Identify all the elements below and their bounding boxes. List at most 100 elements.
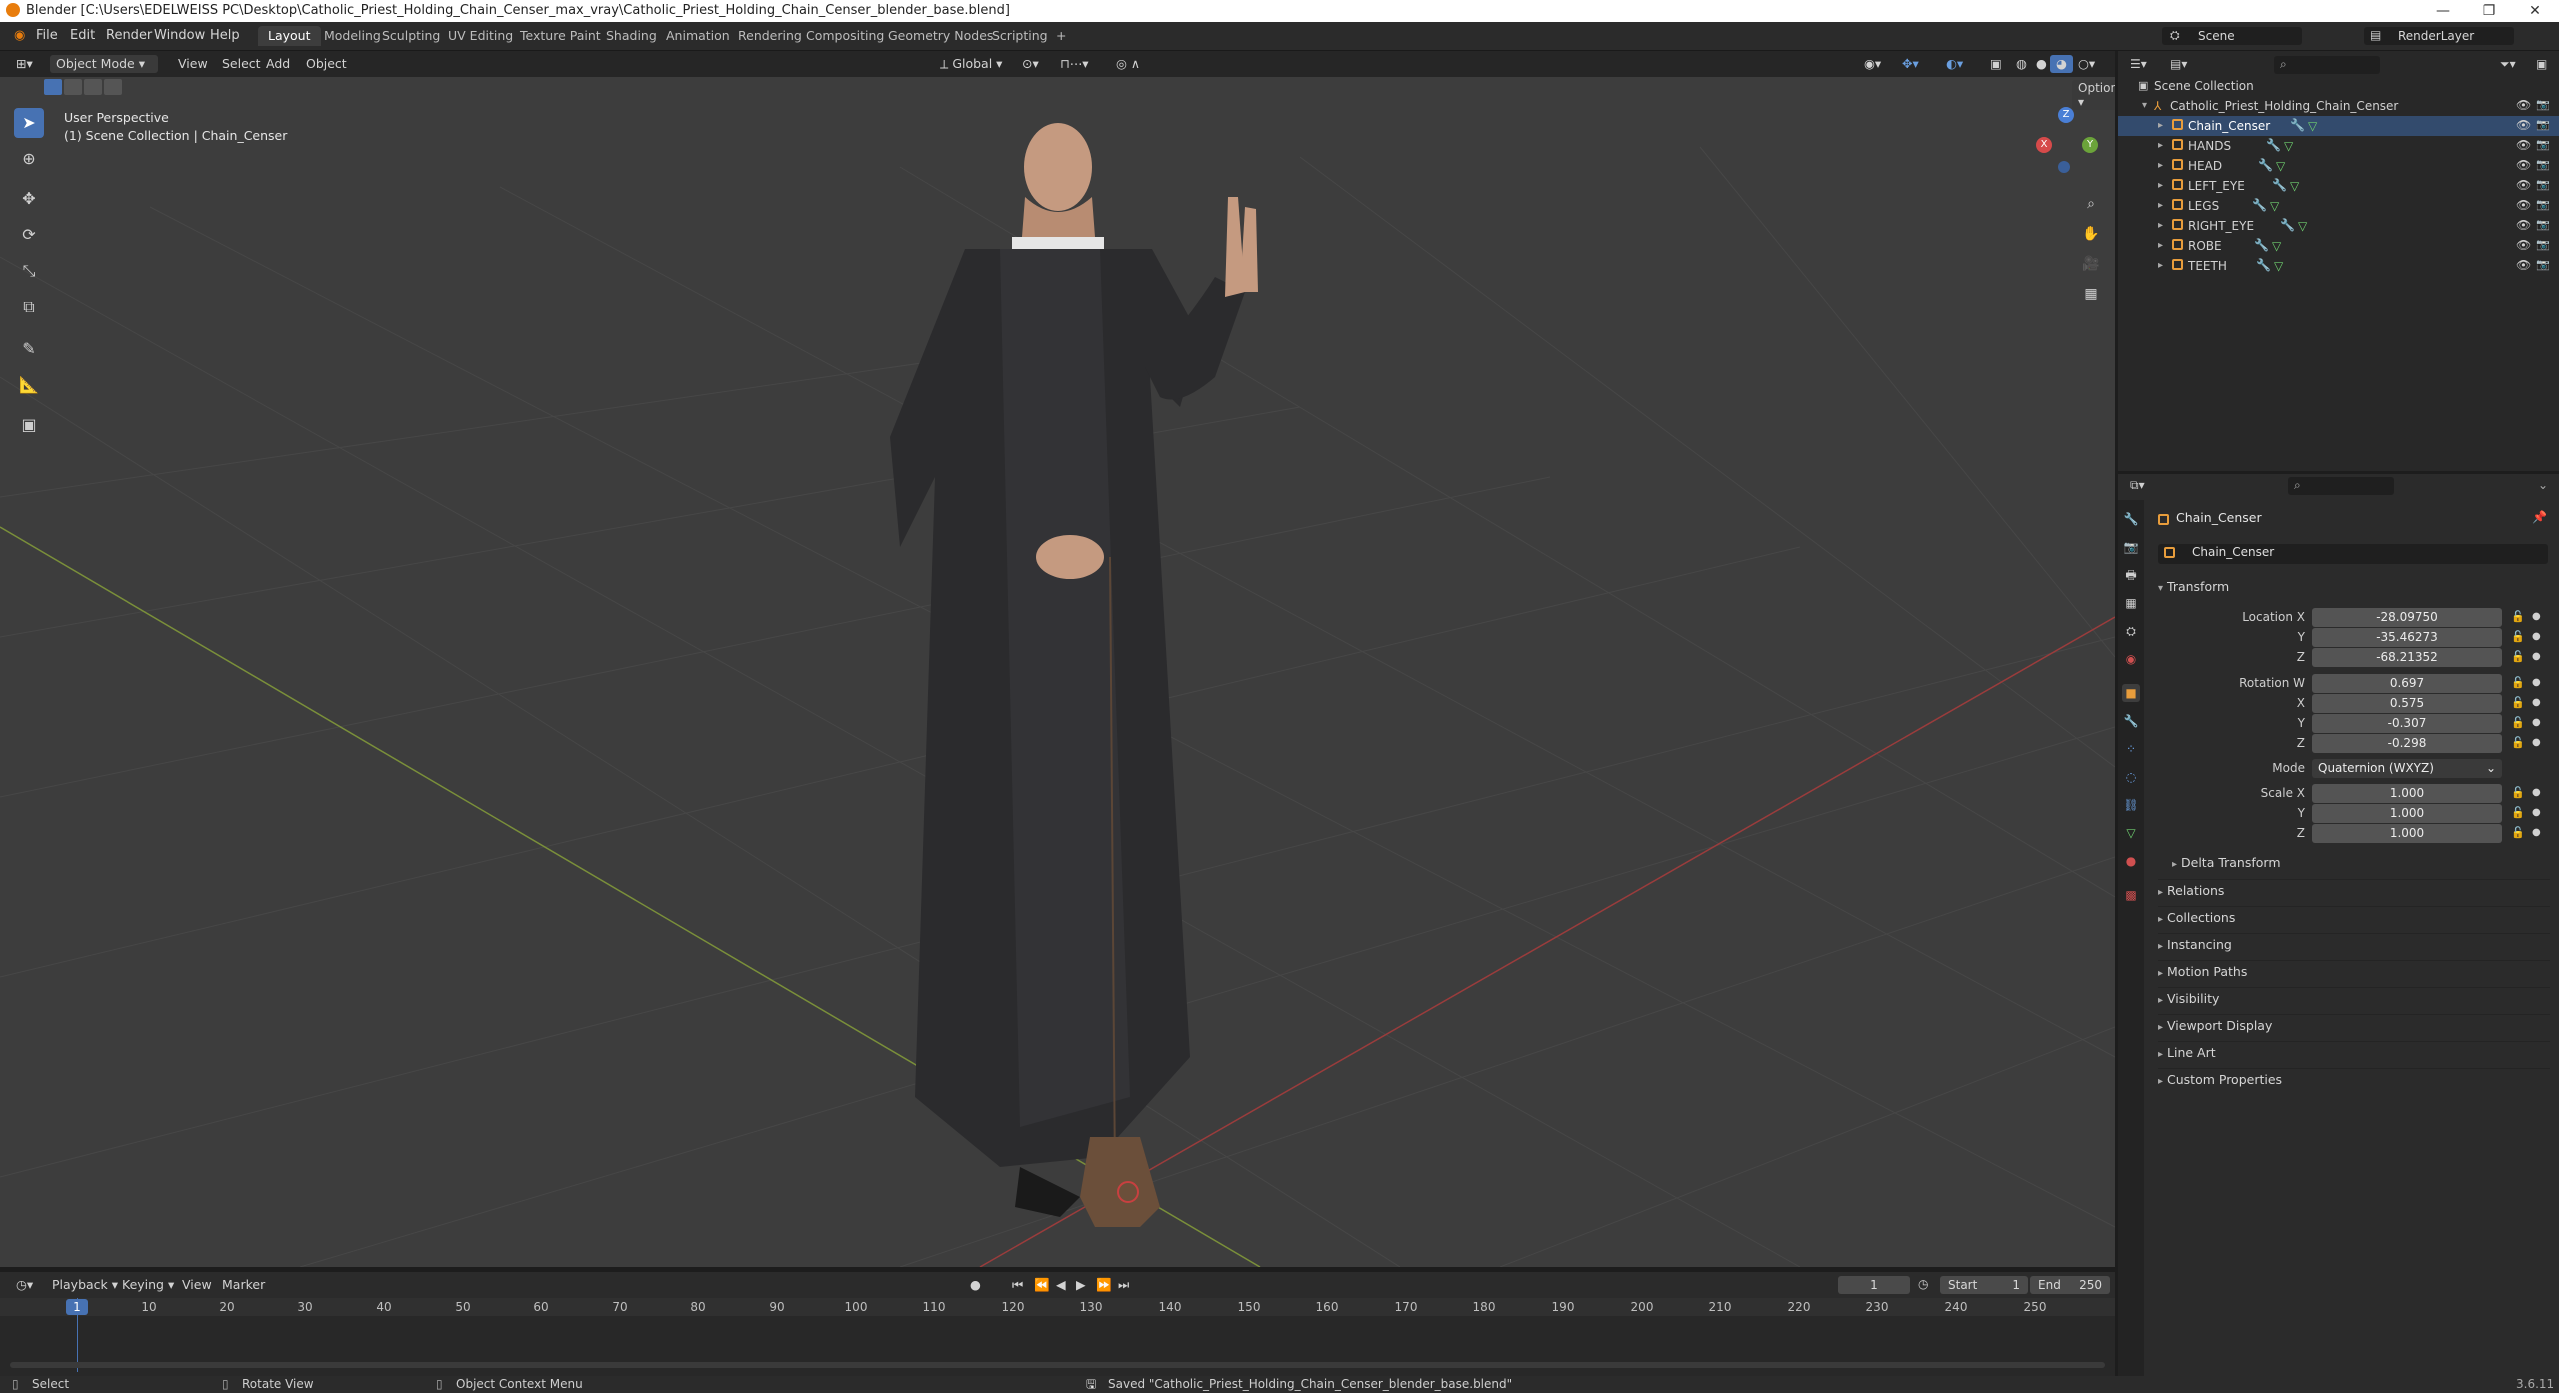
- collapse-chevron-icon[interactable]: ⌄: [2538, 478, 2548, 492]
- outliner-search-input[interactable]: [2274, 56, 2380, 74]
- mesh-data-icon[interactable]: ▽: [2298, 219, 2307, 233]
- keyframe-dot-icon[interactable]: ●: [2532, 647, 2541, 667]
- mesh-data-icon[interactable]: ▽: [2284, 139, 2293, 153]
- measure-tool-icon[interactable]: 📐: [14, 370, 44, 400]
- render-camera-icon[interactable]: 📷: [2536, 98, 2550, 112]
- collections-panel-header[interactable]: ▸ Collections: [2158, 906, 2550, 929]
- end-frame-field[interactable]: End 250: [2030, 1276, 2110, 1294]
- mesh-data-icon[interactable]: ▽: [2290, 179, 2299, 193]
- scene-tab-icon[interactable]: ⛭: [2122, 622, 2140, 640]
- navigation-gizmo[interactable]: Z Y X: [2030, 107, 2100, 177]
- outliner-row-object[interactable]: ▸ HANDS 🔧 ▽ 👁 📷: [2118, 136, 2559, 156]
- lock-icon[interactable]: 🔓: [2511, 647, 2525, 667]
- viewport-display-panel-header[interactable]: ▸ Viewport Display: [2158, 1014, 2550, 1037]
- ortho-grid-icon[interactable]: ▦: [2078, 281, 2104, 307]
- pin-icon[interactable]: 📌: [2532, 510, 2547, 524]
- render-camera-icon[interactable]: 📷: [2536, 238, 2550, 252]
- select-new-icon[interactable]: [44, 79, 62, 95]
- menu-view[interactable]: View: [172, 55, 214, 73]
- lock-icon[interactable]: 🔓: [2511, 803, 2525, 823]
- render-camera-icon[interactable]: 📷: [2536, 218, 2550, 232]
- minimize-button[interactable]: —: [2420, 0, 2466, 22]
- outliner-row-object[interactable]: ▸ ROBE 🔧 ▽ 👁 📷: [2118, 236, 2559, 256]
- pan-hand-icon[interactable]: ✋: [2078, 221, 2104, 247]
- data-tab-icon[interactable]: ▽: [2122, 824, 2140, 842]
- render-camera-icon[interactable]: 📷: [2536, 158, 2550, 172]
- keyframe-dot-icon[interactable]: ●: [2532, 673, 2541, 693]
- scale-tool-icon[interactable]: ⤡: [14, 256, 44, 286]
- menu-file[interactable]: File: [28, 27, 66, 45]
- rotation-mode-dropdown[interactable]: Quaternion (WXYZ) ⌄: [2312, 759, 2502, 778]
- menu-object[interactable]: Object: [300, 55, 353, 73]
- rotation-x-field[interactable]: 0.575: [2312, 694, 2502, 713]
- line-art-panel-header[interactable]: ▸ Line Art: [2158, 1041, 2550, 1064]
- snap-icon[interactable]: ⊓⋯▾: [1054, 55, 1095, 73]
- editor-type-icon[interactable]: ⊞▾: [10, 55, 39, 73]
- render-camera-icon[interactable]: 📷: [2536, 178, 2550, 192]
- zoom-icon[interactable]: ⌕: [2078, 191, 2104, 217]
- output-tab-icon[interactable]: 🖶: [2122, 566, 2140, 584]
- keyframe-dot-icon[interactable]: ●: [2532, 607, 2541, 627]
- keyframe-dot-icon[interactable]: ●: [2532, 693, 2541, 713]
- visibility-eye-icon[interactable]: 👁: [2516, 138, 2531, 152]
- expand-chevron-icon[interactable]: ▸: [2158, 236, 2163, 256]
- scale-x-field[interactable]: 1.000: [2312, 784, 2502, 803]
- timeline-scrollbar[interactable]: [10, 1362, 2105, 1368]
- mesh-data-icon[interactable]: ▽: [2274, 259, 2283, 273]
- mesh-data-icon[interactable]: ▽: [2272, 239, 2281, 253]
- expand-chevron-icon[interactable]: ▸: [2158, 196, 2163, 216]
- mesh-data-icon[interactable]: ▽: [2308, 119, 2317, 133]
- texture-tab-icon[interactable]: ▩: [2122, 886, 2140, 904]
- gizmo-icon[interactable]: ✥▾: [1896, 55, 1925, 73]
- properties-editor-icon[interactable]: ⧉▾: [2130, 478, 2145, 493]
- expand-chevron-icon[interactable]: ▸: [2158, 116, 2163, 136]
- expand-chevron-icon[interactable]: ▾: [2142, 96, 2147, 116]
- tab-layout[interactable]: Layout: [258, 26, 321, 46]
- preview-range-clock-icon[interactable]: ◷: [1918, 1277, 1928, 1291]
- menu-edit[interactable]: Edit: [62, 27, 103, 45]
- properties-search-input[interactable]: [2288, 477, 2394, 495]
- move-tool-icon[interactable]: ✥: [14, 184, 44, 214]
- location-x-field[interactable]: -28.09750: [2312, 608, 2502, 627]
- select-subtract-icon[interactable]: [84, 79, 102, 95]
- modifier-wrench-icon[interactable]: 🔧: [2272, 178, 2287, 192]
- menu-marker[interactable]: Marker: [216, 1276, 271, 1294]
- annotate-tool-icon[interactable]: ✎: [14, 334, 44, 364]
- outliner-display-mode-icon[interactable]: ▤▾: [2170, 57, 2187, 71]
- modifier-wrench-icon[interactable]: 🔧: [2256, 258, 2271, 272]
- render-camera-icon[interactable]: 📷: [2536, 138, 2550, 152]
- outliner-row-object[interactable]: ▸ LEGS 🔧 ▽ 👁 📷: [2118, 196, 2559, 216]
- motion-paths-panel-header[interactable]: ▸ Motion Paths: [2158, 960, 2550, 983]
- orientation-dropdown[interactable]: ⟂ Global ▾: [934, 55, 1008, 73]
- menu-keying[interactable]: Keying ▾: [116, 1276, 180, 1294]
- visibility-eye-icon[interactable]: 👁: [2516, 158, 2531, 172]
- 3d-viewport[interactable]: User Perspective (1) Scene Collection | …: [0, 77, 2115, 1267]
- timeline-editor-icon[interactable]: ◷▾: [10, 1276, 39, 1294]
- jump-end-icon[interactable]: ⏭: [1112, 1276, 1135, 1294]
- rendered-shading-icon[interactable]: ○▾: [2072, 55, 2101, 73]
- jump-start-icon[interactable]: ⏮: [1006, 1276, 1029, 1294]
- location-y-field[interactable]: -35.46273: [2312, 628, 2502, 647]
- outliner-row-object[interactable]: ▸ RIGHT_EYE 🔧 ▽ 👁 📷: [2118, 216, 2559, 236]
- visibility-eye-icon[interactable]: 👁: [2516, 258, 2531, 272]
- scale-z-field[interactable]: 1.000: [2312, 824, 2502, 843]
- scene-selector[interactable]: Scene: [2162, 27, 2302, 45]
- modifier-wrench-icon[interactable]: 🔧: [2252, 198, 2267, 212]
- view-layer-tab-icon[interactable]: ▦: [2122, 594, 2140, 612]
- add-cube-tool-icon[interactable]: ▣: [14, 410, 44, 440]
- pivot-icon[interactable]: ⊙▾: [1016, 55, 1045, 73]
- start-frame-field[interactable]: Start 1: [1940, 1276, 2028, 1294]
- instancing-panel-header[interactable]: ▸ Instancing: [2158, 933, 2550, 956]
- camera-view-icon[interactable]: 🎥: [2078, 251, 2104, 277]
- outliner-row-collection[interactable]: ▾ ⅄ Catholic_Priest_Holding_Chain_Censer…: [2118, 96, 2559, 116]
- visibility-eye-icon[interactable]: 👁: [2516, 198, 2531, 212]
- expand-chevron-icon[interactable]: ▸: [2158, 156, 2163, 176]
- cursor-tool-icon[interactable]: ⊕: [14, 144, 44, 174]
- xray-icon[interactable]: ▣: [1984, 55, 2008, 73]
- expand-chevron-icon[interactable]: ▸: [2158, 256, 2163, 276]
- gizmo-y-axis[interactable]: Y: [2082, 137, 2098, 153]
- rotation-y-field[interactable]: -0.307: [2312, 714, 2502, 733]
- keyframe-dot-icon[interactable]: ●: [2532, 627, 2541, 647]
- play-icon[interactable]: ▶: [1070, 1276, 1092, 1294]
- modifier-tab-icon[interactable]: 🔧: [2122, 712, 2140, 730]
